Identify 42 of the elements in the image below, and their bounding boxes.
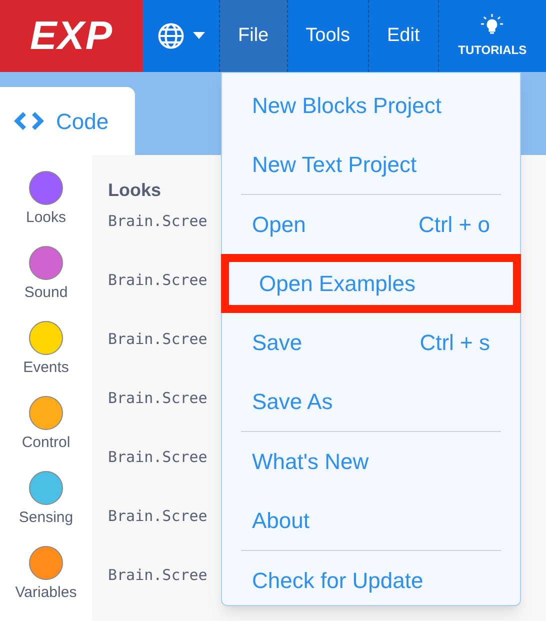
code-icon (14, 111, 44, 131)
lightbulb-icon (480, 13, 504, 37)
menu-item[interactable]: Save Ctrl + s (222, 313, 520, 372)
menu-item-label: New Blocks Project (252, 92, 442, 120)
menu-item[interactable]: Check for Update (222, 551, 520, 610)
code-line[interactable]: Brain.Scree (108, 558, 208, 617)
code-line[interactable]: Brain.Scree (108, 440, 208, 499)
shortcut-label: Ctrl + s (420, 329, 490, 357)
menu-item-label: What's New (252, 448, 369, 476)
category-label[interactable]: Events (23, 357, 69, 380)
menu-item-label: Save As (252, 388, 333, 416)
code-line[interactable]: Brain.Scree (108, 263, 208, 322)
menu-item-label: Save (252, 329, 302, 357)
menu-item[interactable]: Open Examples (221, 254, 521, 313)
category-label[interactable]: Control (22, 432, 70, 454)
menu-item-label: Open (252, 211, 306, 239)
menu-item[interactable]: New Blocks Project (222, 76, 520, 135)
caret-icon (193, 32, 205, 40)
category-label[interactable]: Looks (26, 207, 66, 230)
category-label[interactable]: Variables (15, 582, 77, 604)
category-label[interactable]: Sensing (18, 507, 74, 530)
shortcut-label: Ctrl + o (418, 211, 490, 239)
menu-item[interactable]: Open Ctrl + o (222, 195, 520, 254)
menu-item-label: New Text Project (252, 151, 417, 179)
menu-item[interactable]: New Text Project (222, 135, 520, 194)
menu-item[interactable]: What's New (222, 432, 520, 491)
tutorials-button[interactable]: TUTORIALS (438, 0, 546, 72)
globe-icon (157, 22, 185, 50)
menu-item-label: Check for Update (252, 567, 424, 595)
section-heading: Looks (108, 179, 162, 202)
menu-item-label: About (252, 507, 310, 535)
menu-item-label: Open Examples (259, 270, 416, 298)
menu-item[interactable]: About (222, 491, 520, 550)
logo[interactable]: EXP (0, 0, 143, 72)
code-line[interactable]: Brain.Scree (108, 381, 208, 440)
code-line[interactable]: Brain.Scree (108, 499, 208, 558)
menu-tab[interactable]: File (220, 0, 288, 72)
code-line[interactable]: Brain.Scree (108, 322, 208, 381)
menu-item[interactable]: Save As (222, 372, 520, 431)
code-tab[interactable]: Code (0, 87, 135, 155)
category-label[interactable]: Sound (24, 282, 68, 304)
code-line[interactable]: Brain.Scree (108, 204, 208, 263)
